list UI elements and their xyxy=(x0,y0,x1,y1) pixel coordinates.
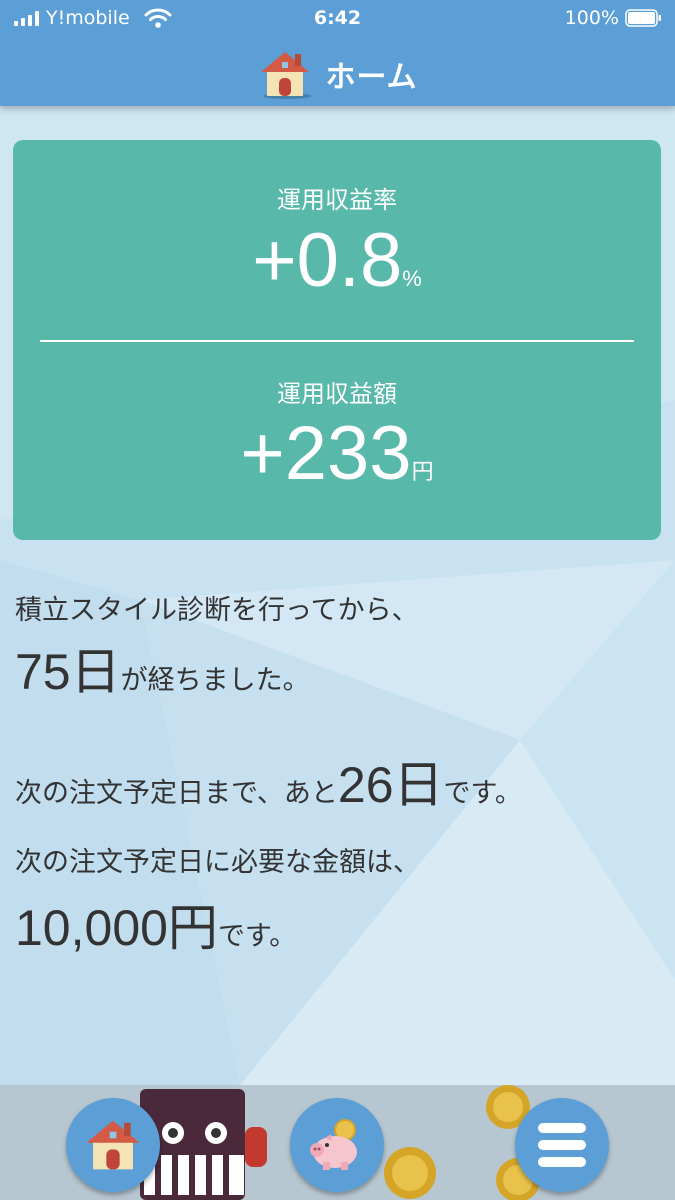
profit-rate-label: 運用収益率 xyxy=(277,186,397,214)
house-icon xyxy=(86,1120,140,1170)
app-header: Y!mobile 6:42 100% ホーム xyxy=(0,0,675,106)
battery-percentage: 100% xyxy=(564,7,619,29)
page-title: ホーム xyxy=(325,60,418,95)
piggy-bank-icon xyxy=(310,1119,357,1170)
days-elapsed-value: 75日 xyxy=(15,644,121,700)
days-elapsed-line: 75日が経ちました。 xyxy=(15,632,310,704)
next-order-prefix: 次の注文予定日まで、あと xyxy=(15,778,338,809)
profit-amount-number: +233 xyxy=(240,411,412,496)
profit-rate-value: +0.8% xyxy=(13,217,661,304)
header-title-group: ホーム xyxy=(0,44,675,104)
days-remaining-value: 26日 xyxy=(337,757,444,813)
nav-menu-button[interactable] xyxy=(515,1098,609,1192)
nav-home-button[interactable] xyxy=(66,1098,160,1192)
required-amount-label: 次の注文予定日に必要な金額は、 xyxy=(15,847,420,878)
days-elapsed-suffix: が経ちました。 xyxy=(120,665,310,696)
diagnosis-line: 積立スタイル診断を行ってから、 xyxy=(15,595,419,626)
next-order-line: 次の注文予定日まで、あと26日です。 xyxy=(15,745,522,817)
next-order-suffix: です。 xyxy=(443,778,522,809)
nav-piggy-bank-button[interactable] xyxy=(290,1098,384,1192)
required-amount-value: 10,000円 xyxy=(15,900,218,956)
battery-icon xyxy=(625,9,661,27)
bottom-navigation xyxy=(0,1085,675,1200)
required-amount-suffix: です。 xyxy=(217,921,297,952)
profit-rate-unit: % xyxy=(402,266,422,291)
profit-rate-number: +0.8 xyxy=(252,218,403,303)
required-amount-line: 10,000円です。 xyxy=(15,888,296,960)
menu-icon xyxy=(538,1123,586,1167)
profit-amount-value: +233円 xyxy=(13,410,661,497)
status-bar: Y!mobile 6:42 100% xyxy=(0,0,675,38)
card-divider xyxy=(40,340,634,342)
profit-summary-card: 運用収益率 +0.8% 運用収益額 +233円 xyxy=(13,140,661,540)
profit-amount-label: 運用収益額 xyxy=(277,380,397,408)
house-icon xyxy=(261,52,312,99)
profit-amount-unit: 円 xyxy=(411,459,434,484)
